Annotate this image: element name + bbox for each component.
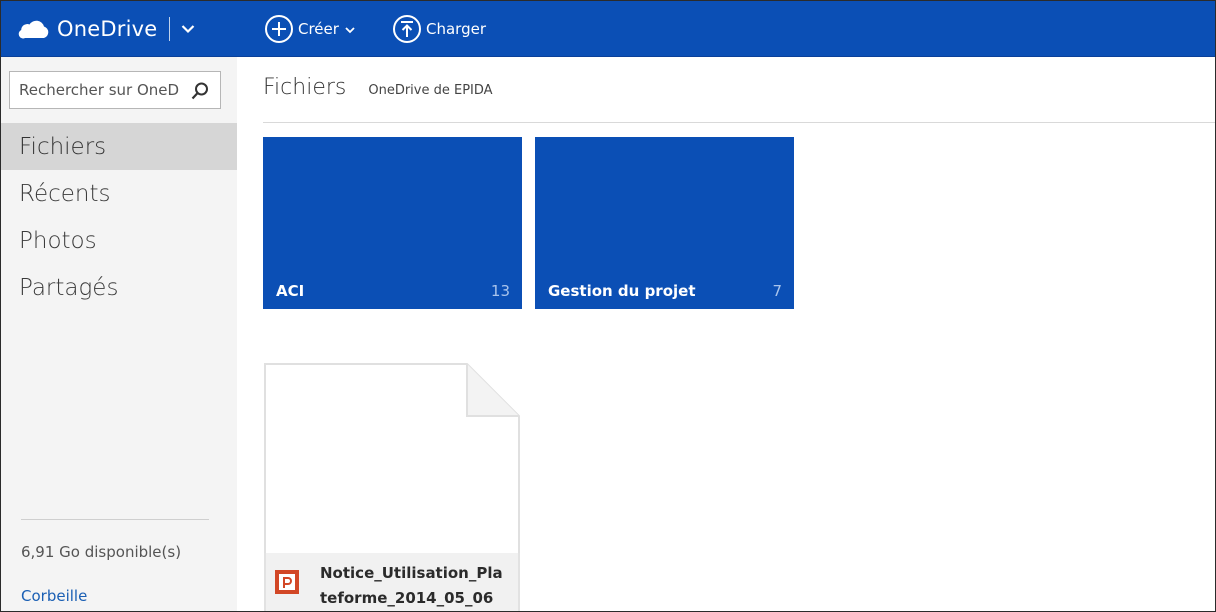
recycle-bin-link[interactable]: Corbeille — [21, 587, 87, 605]
storage-available: 6,91 Go disponible(s) — [21, 543, 182, 561]
document-thumbnail — [264, 363, 520, 553]
cloud-icon — [18, 20, 49, 39]
sidebar-divider — [21, 519, 209, 520]
sidebar-item-recent[interactable]: Récents — [1, 170, 237, 217]
folder-item-count: 13 — [490, 282, 510, 300]
onedrive-window: OneDrive Créer Charger Rechercher sur On… — [0, 0, 1216, 612]
sidebar-nav: Fichiers Récents Photos Partagés — [1, 123, 237, 311]
file-name: Notice_Utilisation_Pla teforme_2014_05_0… — [320, 561, 520, 611]
page-subtitle: OneDrive de EPIDA — [368, 83, 493, 98]
sidebar: Fichiers Récents Photos Partagés 6,91 Go… — [1, 57, 237, 611]
folder-tile-gestion-du-projet[interactable]: Gestion du projet 7 — [535, 137, 794, 309]
search-box — [9, 71, 221, 109]
folder-name: Gestion du projet — [548, 282, 696, 300]
file-name-line-2: teforme_2014_05_06 — [320, 589, 494, 607]
app-name[interactable]: OneDrive — [57, 17, 157, 41]
top-bar: OneDrive Créer Charger — [1, 1, 1215, 57]
search-input[interactable] — [10, 81, 180, 99]
upload-circle-icon — [393, 15, 421, 43]
chevron-down-icon[interactable] — [180, 21, 196, 37]
folder-item-count: 7 — [772, 282, 782, 300]
upload-button[interactable]: Charger — [392, 13, 486, 45]
main-content: Fichiers OneDrive de EPIDA ACI 13 Gestio… — [237, 57, 1215, 611]
powerpoint-icon — [275, 570, 299, 594]
folder-name: ACI — [276, 282, 305, 300]
sidebar-item-shared[interactable]: Partagés — [1, 264, 237, 311]
upload-label: Charger — [426, 20, 486, 38]
file-tile-notice[interactable]: Notice_Utilisation_Pla teforme_2014_05_0… — [264, 363, 520, 611]
folder-tile-aci[interactable]: ACI 13 — [263, 137, 522, 309]
sidebar-item-files[interactable]: Fichiers — [1, 123, 237, 170]
create-button[interactable]: Créer — [264, 13, 356, 45]
plus-circle-icon — [265, 15, 293, 43]
chevron-down-icon — [345, 27, 355, 34]
brand-divider — [169, 17, 171, 41]
brand: OneDrive — [17, 9, 196, 49]
page-title: Fichiers — [263, 75, 347, 100]
page-header: Fichiers OneDrive de EPIDA — [263, 75, 493, 100]
sidebar-item-photos[interactable]: Photos — [1, 217, 237, 264]
file-footer: Notice_Utilisation_Pla teforme_2014_05_0… — [264, 553, 520, 611]
create-label: Créer — [298, 20, 339, 38]
file-name-line-1: Notice_Utilisation_Pla — [320, 564, 503, 582]
search-icon[interactable] — [190, 81, 210, 101]
header-divider — [263, 122, 1215, 123]
